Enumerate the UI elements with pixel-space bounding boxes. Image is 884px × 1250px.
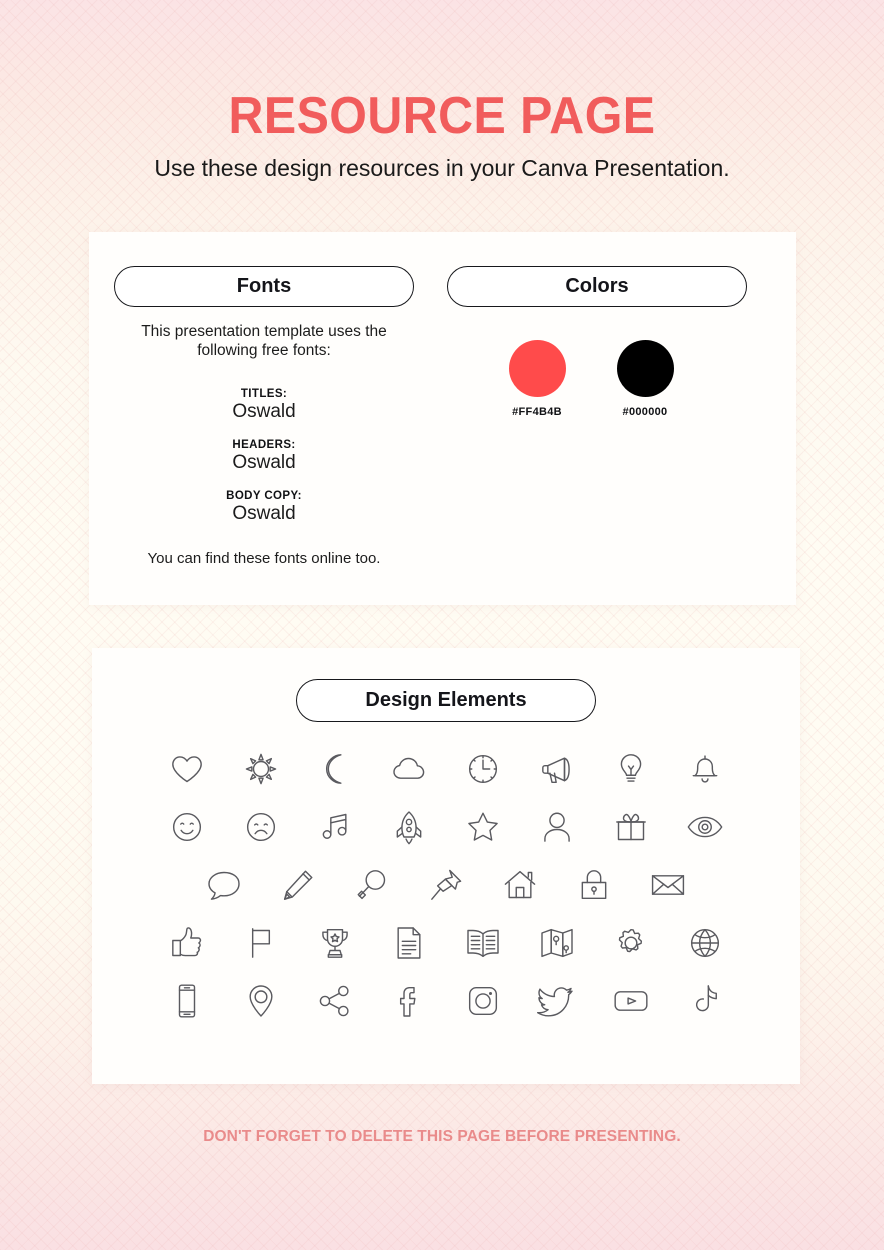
tiktok-icon — [679, 975, 731, 1027]
trophy-icon — [309, 917, 361, 969]
house-icon — [494, 859, 546, 911]
resource-page: RESOURCE PAGE Use these design resources… — [0, 0, 884, 1250]
font-group-label: BODY COPY: — [226, 490, 302, 502]
book-icon — [457, 917, 509, 969]
page-subtitle: Use these design resources in your Canva… — [154, 155, 730, 181]
color-swatch-item: #FF4B4B — [482, 340, 592, 418]
font-group-titles: TITLES: Oswald — [114, 388, 414, 423]
smiley-icon — [161, 801, 213, 853]
bell-icon — [679, 743, 731, 795]
gear-icon — [605, 917, 657, 969]
fonts-intro-text: This presentation template uses the foll… — [141, 323, 387, 360]
share-icon — [309, 975, 361, 1027]
person-icon — [531, 801, 583, 853]
font-group-label: HEADERS: — [232, 439, 296, 451]
page-title: RESOURCE PAGE — [228, 87, 656, 145]
design-elements-icon-grid — [92, 740, 800, 1030]
cloud-icon — [383, 743, 435, 795]
lock-icon — [568, 859, 620, 911]
colors-pill-label: Colors — [565, 275, 629, 297]
fonts-outro-text: You can find these fonts online too. — [147, 550, 381, 567]
youtube-icon — [605, 975, 657, 1027]
clock-icon — [457, 743, 509, 795]
gift-icon — [605, 801, 657, 853]
colors-section-pill: Colors — [447, 266, 747, 307]
twitter-icon — [531, 975, 583, 1027]
phone-icon — [161, 975, 213, 1027]
design-elements-pill: Design Elements — [296, 679, 596, 722]
icon-row-2 — [92, 798, 800, 856]
lightbulb-icon — [605, 743, 657, 795]
flag-icon — [235, 917, 287, 969]
font-group-label: TITLES: — [240, 388, 288, 400]
sad-face-icon — [235, 801, 287, 853]
envelope-icon — [642, 859, 694, 911]
location-pin-icon — [235, 975, 287, 1027]
delete-page-note: DON'T FORGET TO DELETE THIS PAGE BEFORE … — [203, 1128, 681, 1145]
fonts-section-pill: Fonts — [114, 266, 414, 307]
pushpin-icon — [420, 859, 472, 911]
color-swatch-hex: #FF4B4B — [512, 406, 562, 418]
icon-row-4 — [92, 914, 800, 972]
color-swatch-hex: #000000 — [622, 406, 668, 418]
document-icon — [383, 917, 435, 969]
icon-row-3 — [92, 856, 800, 914]
globe-icon — [679, 917, 731, 969]
star-icon — [457, 801, 509, 853]
magnifier-icon — [346, 859, 398, 911]
music-note-icon — [309, 801, 361, 853]
fonts-pill-label: Fonts — [236, 275, 292, 297]
color-swatch-circle — [616, 340, 674, 397]
sun-icon — [235, 743, 287, 795]
font-group-value: Oswald — [232, 452, 296, 473]
font-group-body-copy: BODY COPY: Oswald — [114, 490, 414, 525]
thumbs-up-icon — [161, 917, 213, 969]
color-swatch-item: #000000 — [590, 340, 700, 418]
speech-bubble-icon — [198, 859, 250, 911]
eye-icon — [679, 801, 731, 853]
moon-icon — [309, 743, 361, 795]
icon-row-5 — [92, 972, 800, 1030]
design-elements-pill-label: Design Elements — [365, 689, 527, 711]
heart-icon — [161, 743, 213, 795]
facebook-icon — [383, 975, 435, 1027]
megaphone-icon — [531, 743, 583, 795]
font-group-headers: HEADERS: Oswald — [114, 439, 414, 474]
map-icon — [531, 917, 583, 969]
instagram-icon — [457, 975, 509, 1027]
pencil-icon — [272, 859, 324, 911]
color-swatch-circle — [508, 340, 566, 397]
font-group-value: Oswald — [232, 401, 296, 422]
rocket-icon — [383, 801, 435, 853]
font-group-value: Oswald — [232, 503, 296, 524]
icon-row-1 — [92, 740, 800, 798]
